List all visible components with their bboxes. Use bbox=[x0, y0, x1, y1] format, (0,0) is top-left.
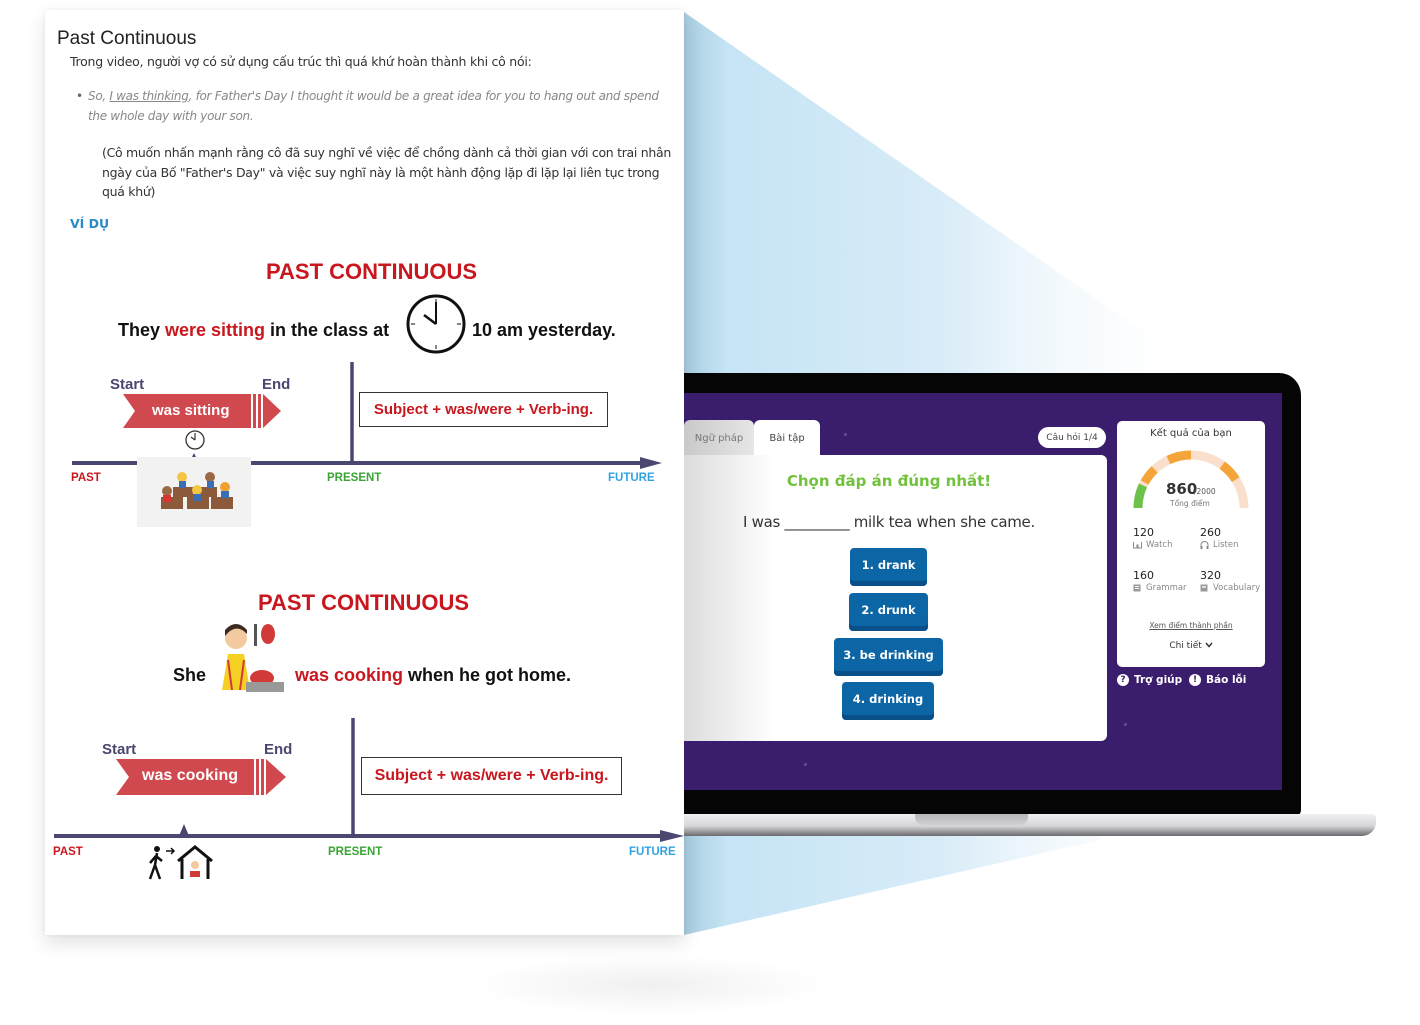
future-label: FUTURE bbox=[608, 472, 655, 484]
tab-grammar[interactable]: Ngữ pháp bbox=[684, 420, 754, 456]
timeline bbox=[72, 362, 662, 469]
details-label: Chi tiết bbox=[1169, 641, 1202, 651]
diagram-title: PAST CONTINUOUS bbox=[266, 259, 478, 284]
stat-label: Watch bbox=[1146, 540, 1173, 550]
quiz-heading: Chọn đáp án đúng nhất! bbox=[786, 472, 992, 490]
diagram-sentence-subject: She bbox=[173, 665, 207, 685]
future-label: FUTURE bbox=[629, 846, 676, 858]
gauge-segment-orange bbox=[1140, 466, 1158, 485]
clock-icon bbox=[406, 294, 466, 354]
stat-watch-value: 120 bbox=[1133, 526, 1154, 539]
gauge-segment-orange bbox=[1166, 450, 1192, 465]
exclamation-circle-icon: ! bbox=[1189, 674, 1201, 686]
answer-option-1[interactable]: 1. drank bbox=[850, 548, 927, 586]
score-title: Kết quả của bạn bbox=[1150, 428, 1232, 439]
quote-explanation: (Cô muốn nhấn mạnh rằng cô đã suy nghĩ v… bbox=[102, 145, 671, 199]
sentence-verb: was cooking bbox=[295, 665, 404, 685]
stat-grammar-value: 160 bbox=[1133, 569, 1154, 582]
laptop-base bbox=[684, 814, 1376, 836]
past-label: PAST bbox=[53, 846, 83, 858]
score-max: /2000 bbox=[1194, 487, 1216, 496]
stat-listen: Listen bbox=[1200, 540, 1238, 550]
stat-grammar: Grammar bbox=[1133, 583, 1187, 593]
answer-option-3[interactable]: 3. be drinking bbox=[834, 638, 943, 676]
laptop-notch bbox=[915, 814, 1028, 825]
past-label: PAST bbox=[71, 472, 101, 484]
woman-cooking-illustration bbox=[222, 624, 284, 692]
gauge-segment-green bbox=[1133, 483, 1148, 509]
view-component-scores-link[interactable]: Xem điểm thành phần bbox=[1117, 621, 1265, 630]
quiz-sentence: I was _________ milk tea when she came. bbox=[743, 513, 1035, 531]
question-counter: Câu hỏi 1/4 bbox=[1038, 427, 1106, 448]
score-total: 860 bbox=[1166, 480, 1198, 498]
sentence-verb: were sitting bbox=[165, 320, 266, 340]
diagram-title: PAST CONTINUOUS bbox=[258, 590, 470, 615]
stat-listen-value: 260 bbox=[1200, 526, 1221, 539]
lesson-title: Past Continuous bbox=[57, 28, 197, 49]
glasses-icon bbox=[1133, 542, 1142, 549]
report-error-button[interactable]: ! Báo lỗi bbox=[1189, 674, 1246, 686]
quote-highlight: I was thinking bbox=[109, 89, 189, 103]
question-circle-icon: ? bbox=[1117, 674, 1129, 686]
stat-label: Grammar bbox=[1146, 583, 1187, 593]
headphones-icon bbox=[1200, 541, 1209, 549]
report-label: Báo lỗi bbox=[1206, 674, 1247, 686]
stat-label: Listen bbox=[1213, 540, 1239, 550]
lesson-intro: Trong video, người vợ có sử dụng cấu trú… bbox=[70, 54, 532, 69]
stat-vocabulary-value: 320 bbox=[1200, 569, 1221, 582]
help-label: Trợ giúp bbox=[1134, 674, 1183, 686]
diagram-sentence: They were sitting in the class at bbox=[118, 320, 389, 341]
example-quote: So, I was thinking, for Father's Day I t… bbox=[76, 87, 678, 126]
details-toggle[interactable]: Chi tiết bbox=[1117, 641, 1265, 651]
diagram-sentence-end: 10 am yesterday. bbox=[472, 320, 616, 340]
tab-exercise[interactable]: Bài tập bbox=[754, 420, 820, 456]
man-walking-home-icon bbox=[148, 845, 213, 880]
timeline bbox=[54, 718, 684, 842]
diagram-sentence: was cooking when he got home. bbox=[295, 665, 571, 686]
help-button[interactable]: ? Trợ giúp bbox=[1117, 674, 1182, 686]
chevron-down-icon bbox=[1205, 642, 1213, 648]
stat-label: Vocabulary bbox=[1213, 583, 1261, 593]
sentence-part: in the class at bbox=[265, 320, 390, 340]
quote-prefix: So, bbox=[88, 89, 110, 103]
gauge-segment-orange bbox=[1219, 461, 1240, 483]
present-label: PRESENT bbox=[328, 846, 383, 858]
score-total-label: Tổng điểm bbox=[1170, 499, 1210, 508]
sentence-part: when he got home. bbox=[403, 665, 572, 685]
answer-option-2[interactable]: 2. drunk bbox=[849, 593, 928, 631]
present-label: PRESENT bbox=[327, 472, 382, 484]
stat-vocabulary: Vocabulary bbox=[1200, 583, 1260, 593]
stat-watch: Watch bbox=[1133, 540, 1172, 550]
sentence-part: They bbox=[118, 320, 166, 340]
example-heading: VÍ DỤ bbox=[70, 216, 110, 231]
grammar-book-icon bbox=[1133, 584, 1141, 592]
answer-option-4[interactable]: 4. drinking bbox=[842, 682, 934, 720]
vocabulary-book-icon bbox=[1200, 584, 1208, 592]
classroom-illustration bbox=[137, 457, 251, 527]
